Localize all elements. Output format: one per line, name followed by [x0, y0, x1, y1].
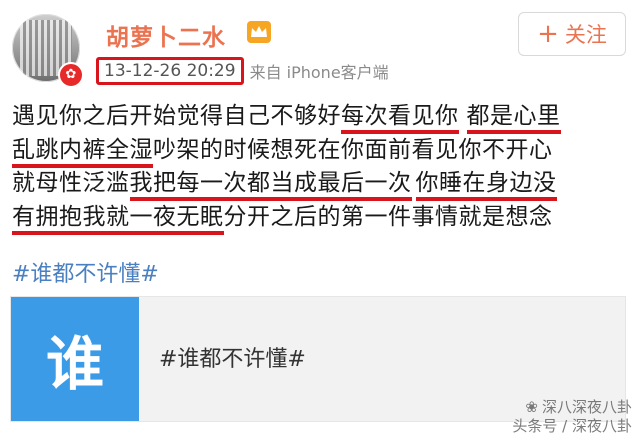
- text-segment: 遇见你之后开始觉得自己不够好: [12, 103, 341, 129]
- watermark: ❀ 深八深夜八卦 头条号 / 深夜八卦: [512, 398, 632, 436]
- username[interactable]: 胡萝卜二水: [106, 18, 226, 52]
- text-line: 就母性泛滥我把每一次都当成最后一次 你睡在身边没: [12, 167, 634, 201]
- underlined-segment: 我把每一次都当成最后一次: [129, 170, 412, 201]
- timestamp: 13-12-26 20:29: [96, 57, 244, 85]
- text-segment: 分开之后的第一件事情就是想念: [223, 203, 553, 230]
- watermark-line1: 深八深夜八卦: [541, 398, 632, 416]
- text-segment: 吵架的时候想死在你面前看见你不开心: [153, 136, 553, 163]
- post-text: 遇见你之后开始觉得自己不够好每次看见你 都是心里 乱跳内裤全湿吵架的时候想死在你面…: [12, 100, 634, 235]
- plus-icon: +: [537, 19, 559, 49]
- underlined-segment: 你睡在身边没: [415, 170, 557, 201]
- follow-label: 关注: [564, 23, 607, 47]
- card-thumbnail: 谁: [11, 297, 139, 421]
- wechat-icon: ❀: [525, 398, 538, 416]
- underlined-segment: 有拥抱我就一夜无眠: [12, 203, 224, 235]
- watermark-line2: 头条号 / 深夜八卦: [512, 417, 632, 435]
- crown-icon: [247, 21, 271, 43]
- text-line: 乱跳内裤全湿吵架的时候想死在你面前看见你不开心: [12, 134, 634, 168]
- underlined-segment: 乱跳内裤全湿: [12, 136, 153, 168]
- follow-button[interactable]: + 关注: [518, 12, 626, 56]
- card-title: #谁都不许懂#: [159, 347, 306, 372]
- hashtag-link[interactable]: #谁都不许懂#: [12, 256, 159, 288]
- text-segment: 就母性泛滥: [12, 170, 130, 196]
- text-line: 有拥抱我就一夜无眠分开之后的第一件事情就是想念: [12, 201, 634, 235]
- text-line: 遇见你之后开始觉得自己不够好每次看见你 都是心里: [12, 100, 634, 134]
- underlined-segment: 都是心里: [466, 103, 561, 134]
- post-meta: 13-12-26 20:29 来自 iPhone客户端: [96, 56, 389, 86]
- underlined-segment: 每次看见你: [341, 103, 459, 134]
- source-label: 来自 iPhone客户端: [249, 63, 389, 82]
- verified-badge-icon: ✿: [58, 62, 84, 88]
